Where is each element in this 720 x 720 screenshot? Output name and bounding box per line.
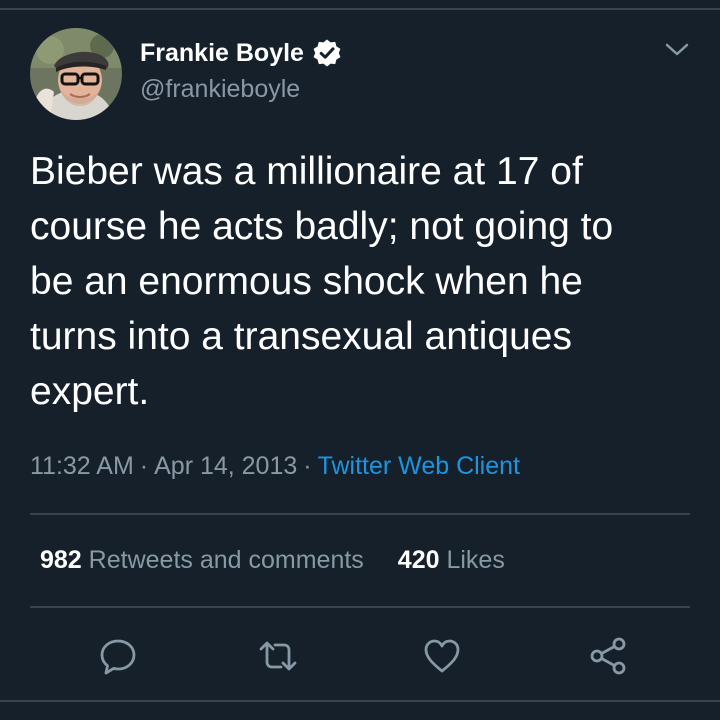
avatar-image xyxy=(30,28,122,120)
divider xyxy=(30,513,690,515)
like-button[interactable] xyxy=(420,634,464,678)
avatar[interactable] xyxy=(30,28,122,120)
retweet-icon xyxy=(259,641,297,671)
tweet-text-line: course he acts badly; not going to xyxy=(30,205,614,248)
heart-icon xyxy=(424,639,460,673)
share-icon xyxy=(590,637,626,675)
author-handle[interactable]: @frankieboyle xyxy=(140,74,300,104)
tweet-time[interactable]: 11:32 AM xyxy=(30,452,134,480)
reply-button[interactable] xyxy=(96,634,140,678)
retweets-count: 982 xyxy=(40,546,82,574)
retweets-stat[interactable]: 982 Retweets and comments xyxy=(40,542,364,578)
retweets-label: Retweets and comments xyxy=(88,546,364,574)
tweet-menu-button[interactable] xyxy=(662,36,692,62)
meta-separator: · xyxy=(303,452,312,480)
chevron-down-icon xyxy=(665,43,689,56)
divider xyxy=(30,606,690,608)
share-button[interactable] xyxy=(586,634,630,678)
tweet-source-link[interactable]: Twitter Web Client xyxy=(318,452,520,480)
reply-icon xyxy=(100,639,136,675)
verified-badge-icon xyxy=(313,39,341,67)
author-display-name[interactable]: Frankie Boyle xyxy=(140,36,304,70)
bottom-divider xyxy=(0,700,720,702)
author-name-row[interactable]: Frankie Boyle xyxy=(140,36,342,70)
tweet-stats: 982 Retweets and comments 420 Likes xyxy=(40,542,505,578)
meta-separator: · xyxy=(139,452,149,480)
likes-label: Likes xyxy=(446,546,505,574)
tweet-detail-view: Frankie Boyle @frankieboyle Bieber was a… xyxy=(0,0,720,720)
retweet-button[interactable] xyxy=(256,634,300,678)
likes-stat[interactable]: 420 Likes xyxy=(398,542,505,578)
tweet-text-line: expert. xyxy=(30,370,150,413)
tweet-date[interactable]: Apr 14, 2013 xyxy=(154,452,297,480)
tweet-text-line: turns into a transexual antiques xyxy=(30,315,573,358)
top-divider xyxy=(0,8,720,10)
tweet-meta: 11:32 AM · Apr 14, 2013 · Twitter Web Client xyxy=(30,448,520,484)
likes-count: 420 xyxy=(397,546,440,574)
tweet-text-line: Bieber was a millionaire at 17 of xyxy=(30,150,583,193)
tweet-text: Bieber was a millionaire at 17 of course… xyxy=(30,144,700,419)
tweet-text-line: be an enormous shock when he xyxy=(30,260,583,303)
